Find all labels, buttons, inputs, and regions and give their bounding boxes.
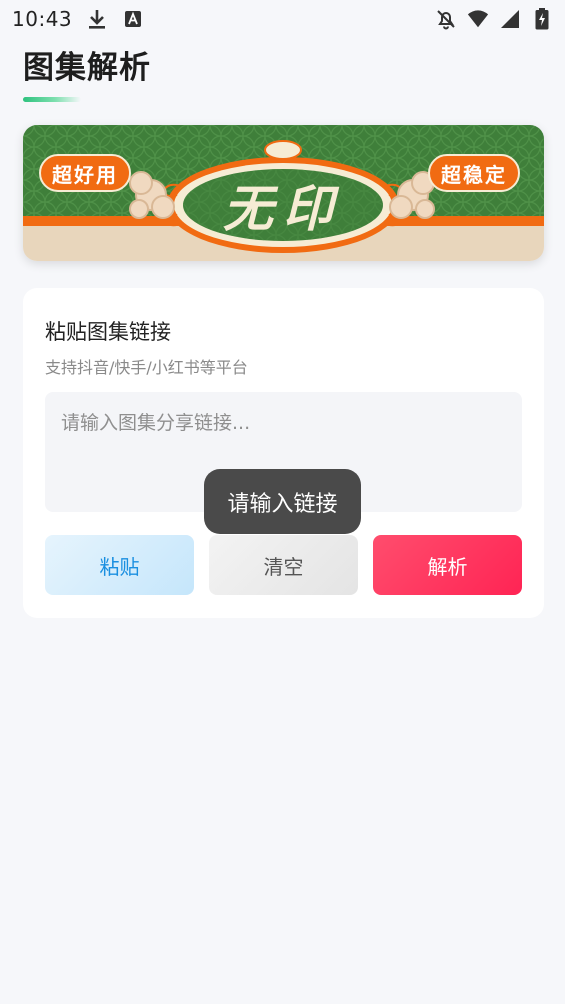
banner-left-badge-text: 超好用 (52, 162, 118, 187)
action-buttons: 粘贴 清空 解析 (45, 535, 522, 595)
card-subtitle: 支持抖音/快手/小红书等平台 (45, 358, 248, 377)
page-title: 图集解析 (23, 50, 151, 86)
wifi-icon (467, 8, 489, 30)
notifications-off-icon (435, 8, 457, 30)
status-bar-right (435, 8, 553, 30)
promo-banner[interactable]: 超好用 超稳定 无印 (23, 125, 544, 261)
banner-right-badge-text: 超稳定 (441, 162, 507, 187)
download-icon (86, 8, 108, 30)
clear-button[interactable]: 清空 (209, 535, 358, 595)
toast-message: 请输入链接 (204, 469, 361, 534)
status-bar: 10:43 (0, 0, 565, 38)
parse-button[interactable]: 解析 (373, 535, 522, 595)
paste-button[interactable]: 粘贴 (45, 535, 194, 595)
status-time: 10:43 (12, 7, 73, 31)
card-title: 粘贴图集链接 (45, 320, 171, 344)
battery-charging-icon (531, 8, 553, 30)
title-underline (23, 97, 81, 102)
cell-signal-icon (499, 8, 521, 30)
banner-center-text: 无印 (223, 179, 343, 238)
link-parse-card: 粘贴图集链接 支持抖音/快手/小红书等平台 粘贴 清空 解析 (23, 288, 544, 618)
status-bar-left: 10:43 (12, 7, 144, 31)
text-a-icon (122, 8, 144, 30)
